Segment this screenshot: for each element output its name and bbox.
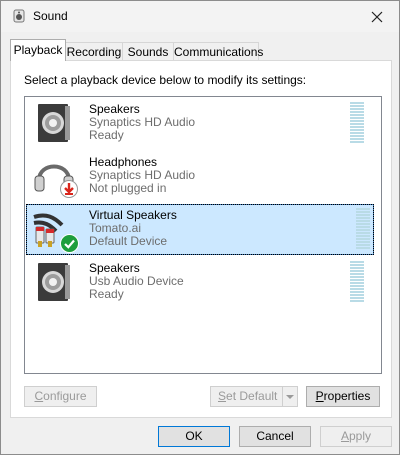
close-button[interactable] — [355, 1, 399, 32]
device-item-speakers-usb[interactable]: Speakers Usb Audio Device Ready — [26, 257, 374, 308]
ok-button[interactable]: OK — [158, 426, 230, 447]
device-status: Default Device — [89, 234, 168, 248]
tab-playback[interactable]: Playback — [10, 39, 66, 61]
playback-panel: Select a playback device below to modify… — [10, 60, 392, 418]
tab-recording[interactable]: Recording — [65, 42, 123, 61]
title-bar: Sound — [1, 1, 399, 32]
tab-communications[interactable]: Communications — [173, 42, 263, 61]
default-checkmark-icon — [60, 234, 79, 253]
set-default-button[interactable]: Set Default — [210, 386, 298, 407]
volume-meter — [356, 208, 370, 251]
tab-sounds[interactable]: Sounds — [122, 42, 174, 61]
cancel-button[interactable]: Cancel — [239, 426, 311, 447]
instruction-text: Select a playback device below to modify… — [24, 73, 307, 87]
sound-dialog: Sound Playback Recording Sounds Communic… — [0, 0, 400, 455]
device-status: Ready — [89, 128, 124, 142]
device-status: Ready — [89, 287, 124, 301]
properties-button[interactable]: Properties — [306, 386, 380, 407]
apply-button[interactable]: Apply — [320, 426, 392, 447]
volume-meter — [350, 102, 364, 145]
configure-button[interactable]: Configure — [24, 386, 97, 407]
device-item-speakers-synaptics[interactable]: Speakers Synaptics HD Audio Ready — [26, 98, 374, 149]
chevron-down-icon — [286, 395, 294, 399]
device-item-headphones[interactable]: Headphones Synaptics HD Audio Not plugge… — [26, 151, 374, 202]
volume-meter — [350, 261, 364, 304]
device-status: Not plugged in — [89, 181, 167, 195]
unplugged-arrow-icon — [60, 180, 78, 198]
window-title: Sound — [33, 9, 68, 23]
close-icon — [371, 11, 383, 22]
device-list[interactable]: Speakers Synaptics HD Audio Ready Headph… — [24, 96, 382, 374]
speaker-icon — [38, 104, 70, 142]
device-item-virtual-speakers[interactable]: Virtual Speakers Tomato.ai Default Devic… — [26, 204, 374, 255]
sound-app-icon — [13, 9, 25, 23]
set-default-dropdown[interactable] — [282, 387, 297, 406]
speaker-icon — [38, 263, 70, 301]
